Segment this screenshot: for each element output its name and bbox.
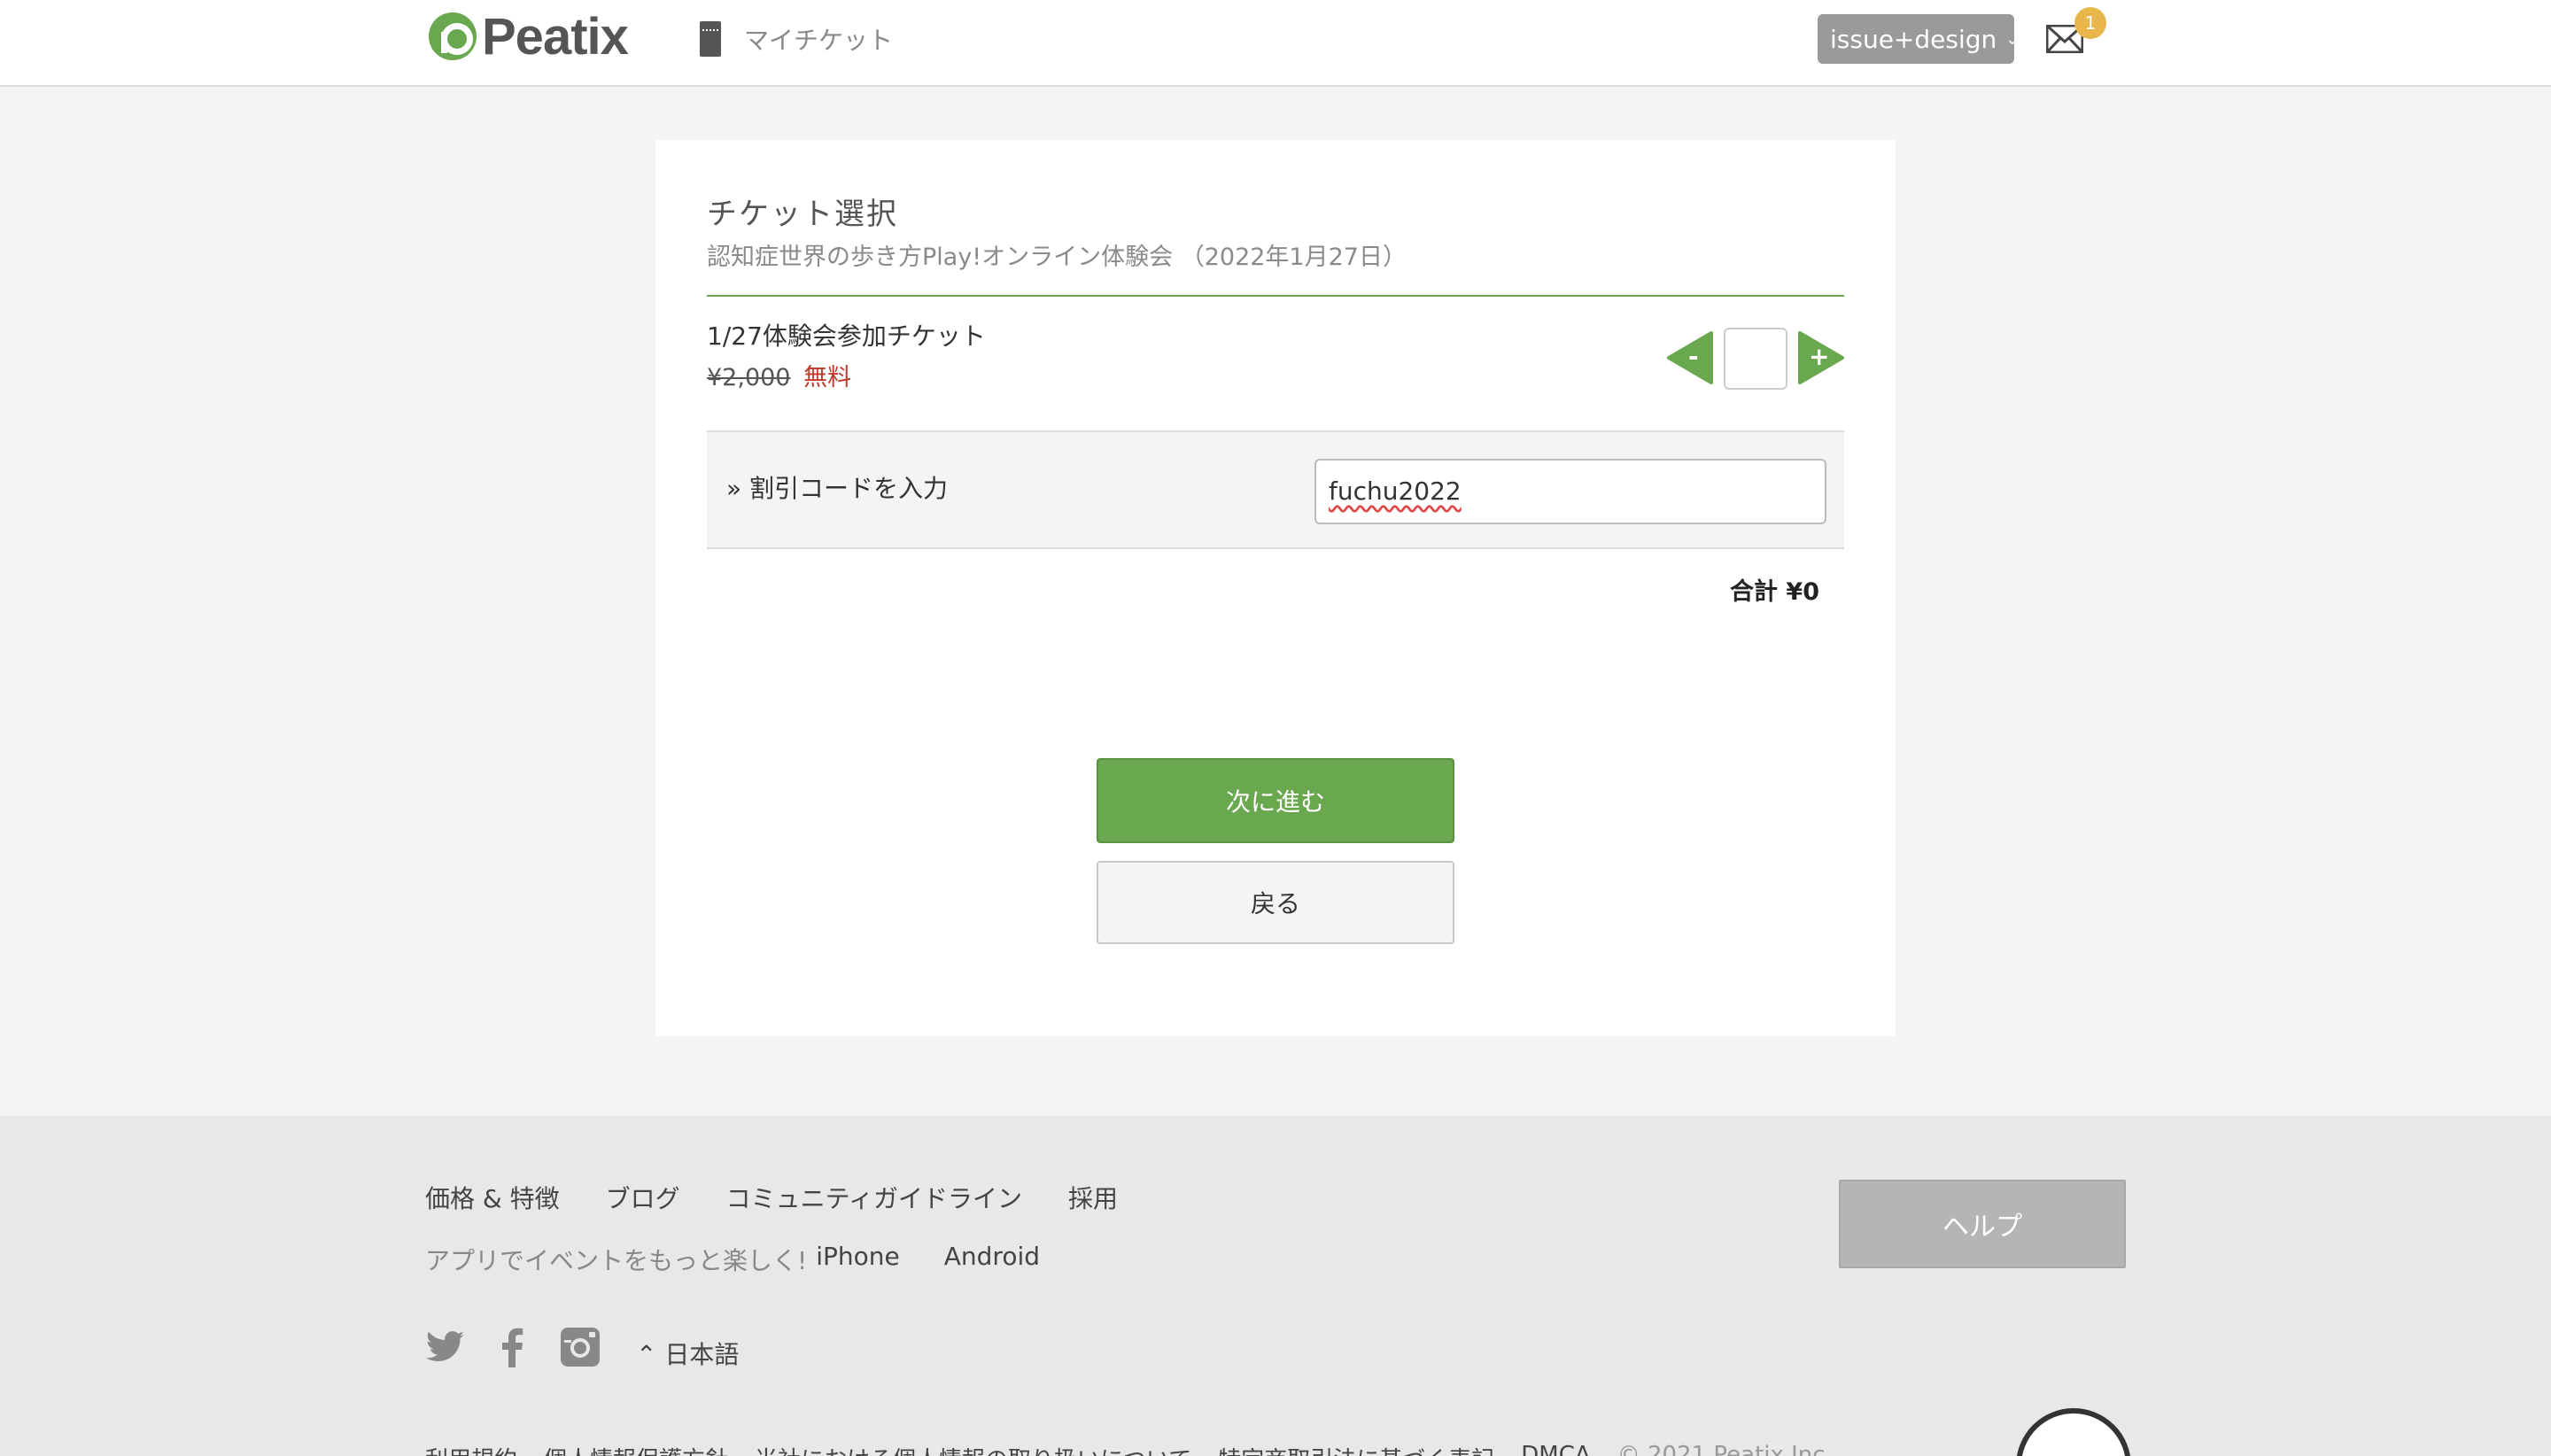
notification-badge: 1 — [2074, 7, 2106, 39]
ticket-name: 1/27体験会参加チケット — [707, 321, 986, 351]
legal-links: 利用規約 個人情報保護方針 当社における個人情報の取り扱いについて 特定商取引法… — [425, 1442, 1833, 1456]
free-price-label: 無料 — [803, 364, 852, 391]
footer-link-community-guidelines[interactable]: コミュニティガイドライン — [726, 1180, 1022, 1215]
legal-link-dmca[interactable]: DMCA — [1521, 1442, 1590, 1456]
instagram-icon[interactable] — [560, 1327, 601, 1367]
logo-text: Peatix — [482, 7, 629, 66]
app-promo-row: アプリでイベントをもっと楽しく! iPhone Android — [425, 1242, 1040, 1277]
quantity-increment-button[interactable]: + — [1798, 331, 1844, 384]
quantity-input[interactable] — [1724, 328, 1787, 390]
ticket-selection-card: チケット選択 認知症世界の歩き方Play!オンライン体験会 （2022年1月27… — [655, 140, 1896, 1036]
discount-code-value: fuchu2022 — [1329, 476, 1462, 506]
language-label: 日本語 — [664, 1340, 740, 1369]
event-name: 認知症世界の歩き方Play!オンライン体験会 （2022年1月27日） — [707, 244, 1407, 271]
social-links — [425, 1327, 601, 1367]
legal-link-commercial-law[interactable]: 特定商取引法に基づく表記 — [1218, 1442, 1494, 1456]
footer-link-blog[interactable]: ブログ — [606, 1180, 680, 1215]
privacy-mark-seal — [2016, 1408, 2131, 1456]
legal-link-personal-info[interactable]: 当社における個人情報の取り扱いについて — [755, 1442, 1191, 1456]
discount-code-toggle[interactable]: » 割引コードを入力 — [726, 469, 948, 505]
footer-links: 価格 & 特徴 ブログ コミュニティガイドライン 採用 — [425, 1180, 1118, 1215]
chevron-up-icon: ⌃ — [636, 1340, 657, 1369]
chevron-down-icon: ⌄ — [2005, 29, 2020, 49]
iphone-app-link[interactable]: iPhone — [816, 1242, 900, 1277]
order-total: 合計 ¥0 — [1730, 578, 1819, 606]
language-selector[interactable]: ⌃ 日本語 — [636, 1336, 739, 1371]
quantity-decrement-button[interactable]: - — [1667, 331, 1713, 384]
help-button[interactable]: ヘルプ — [1839, 1180, 2126, 1268]
my-tickets-link[interactable]: マイチケット — [700, 19, 893, 58]
ticket-price: ¥2,000 無料 — [707, 358, 851, 392]
title-divider — [707, 295, 1844, 297]
original-price: ¥2,000 — [707, 364, 791, 391]
user-menu-label: issue+design — [1830, 24, 1997, 54]
next-button[interactable]: 次に進む — [1097, 758, 1454, 843]
my-tickets-label: マイチケット — [744, 26, 894, 55]
footer-link-pricing[interactable]: 価格 & 特徴 — [425, 1180, 560, 1215]
twitter-icon[interactable] — [425, 1327, 466, 1367]
app-promo-text: アプリでイベントをもっと楽しく! — [425, 1246, 808, 1275]
discount-code-input[interactable]: fuchu2022 — [1314, 459, 1826, 524]
android-app-link[interactable]: Android — [944, 1242, 1040, 1277]
user-menu-button[interactable]: issue+design ⌄ — [1818, 14, 2019, 64]
ticket-icon — [700, 21, 721, 57]
facebook-icon[interactable] — [492, 1327, 533, 1367]
page-title: チケット選択 — [707, 197, 898, 232]
peatix-logo-icon — [429, 12, 477, 60]
footer-link-careers[interactable]: 採用 — [1068, 1180, 1118, 1215]
site-header: Peatix マイチケット issue+design ⌄ 1 — [0, 0, 2551, 87]
legal-link-terms[interactable]: 利用規約 — [425, 1442, 517, 1456]
discount-code-section: » 割引コードを入力 fuchu2022 — [707, 430, 1844, 549]
plus-icon: + — [1809, 342, 1830, 371]
back-button[interactable]: 戻る — [1097, 861, 1454, 944]
site-footer: 価格 & 特徴 ブログ コミュニティガイドライン 採用 アプリでイベントをもっと… — [0, 1116, 2551, 1456]
peatix-logo[interactable]: Peatix — [429, 7, 629, 66]
copyright: © 2021 Peatix Inc. — [1617, 1442, 1833, 1456]
legal-link-privacy-policy[interactable]: 個人情報保護方針 — [544, 1442, 728, 1456]
minus-icon: - — [1688, 342, 1699, 371]
